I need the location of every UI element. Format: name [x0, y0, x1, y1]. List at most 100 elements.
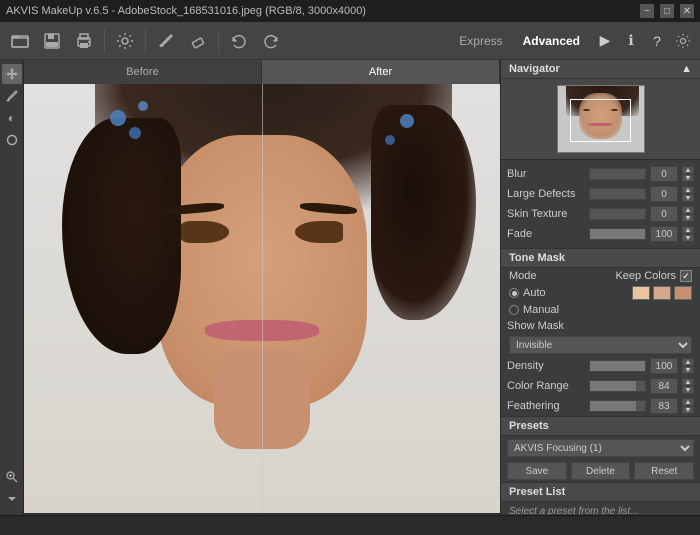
tool-redo[interactable]: [257, 27, 285, 55]
minimize-button[interactable]: −: [640, 4, 654, 18]
feathering-track[interactable]: [589, 400, 646, 412]
presets-title: Presets: [509, 420, 549, 432]
manual-row: Manual: [501, 302, 700, 318]
fade-up[interactable]: ▲: [682, 226, 694, 234]
keep-colors-label: Keep Colors: [615, 270, 676, 282]
large-defects-value[interactable]: 0: [650, 186, 678, 202]
feathering-up[interactable]: ▲: [682, 398, 694, 406]
left-tool-move[interactable]: [2, 64, 22, 84]
left-tool-arrow-down[interactable]: [2, 489, 22, 509]
navigator-header[interactable]: Navigator ▲: [501, 60, 700, 79]
blur-arrows: ▲ ▼: [682, 166, 694, 182]
skin-texture-down[interactable]: ▼: [682, 214, 694, 222]
large-defects-track[interactable]: [589, 188, 646, 200]
left-tool-circle[interactable]: [2, 130, 22, 150]
tool-undo[interactable]: [225, 27, 253, 55]
left-tool-brush[interactable]: [2, 86, 22, 106]
feathering-label: Feathering: [507, 400, 585, 412]
auto-label: Auto: [523, 287, 546, 299]
run-button[interactable]: ▶: [594, 30, 616, 52]
manual-radio[interactable]: [509, 305, 519, 315]
blur-label: Blur: [507, 168, 585, 180]
large-defects-up[interactable]: ▲: [682, 186, 694, 194]
info-button[interactable]: ℹ: [620, 30, 642, 52]
skin-texture-value[interactable]: 0: [650, 206, 678, 222]
feathering-value[interactable]: 83: [650, 398, 678, 414]
density-down[interactable]: ▼: [682, 366, 694, 374]
fade-value[interactable]: 100: [650, 226, 678, 242]
color-range-value[interactable]: 84: [650, 378, 678, 394]
show-mask-dropdown-row: Invisible Visible On Black On White: [501, 334, 700, 356]
swatch-3[interactable]: [674, 286, 692, 300]
tool-eraser[interactable]: [184, 27, 212, 55]
status-bar: [0, 515, 700, 535]
skin-texture-arrows: ▲ ▼: [682, 206, 694, 222]
separator-2: [145, 29, 146, 53]
manual-label: Manual: [523, 304, 559, 316]
blur-down[interactable]: ▼: [682, 174, 694, 182]
presets-header[interactable]: Presets: [501, 417, 700, 436]
preset-list-header[interactable]: Preset List: [501, 483, 700, 502]
tool-brush[interactable]: [152, 27, 180, 55]
mode-express-button[interactable]: Express: [449, 31, 512, 51]
tone-mask-header[interactable]: Tone Mask: [501, 249, 700, 268]
left-tool-halfcircle[interactable]: ◐: [2, 108, 22, 128]
fade-down[interactable]: ▼: [682, 234, 694, 242]
canvas-tabs: Before After: [24, 60, 500, 84]
color-range-track[interactable]: [589, 380, 646, 392]
tool-print[interactable]: [70, 27, 98, 55]
fade-track[interactable]: [589, 228, 646, 240]
canvas-view[interactable]: [24, 84, 500, 513]
preset-select[interactable]: AKVIS Focusing (1): [507, 439, 694, 457]
close-button[interactable]: ✕: [680, 4, 694, 18]
tool-save[interactable]: [38, 27, 66, 55]
tool-open[interactable]: [6, 27, 34, 55]
fade-arrows: ▲ ▼: [682, 226, 694, 242]
color-range-down[interactable]: ▼: [682, 386, 694, 394]
tab-after[interactable]: After: [262, 60, 500, 84]
skin-texture-track[interactable]: [589, 208, 646, 220]
density-row: Density 100 ▲ ▼: [501, 356, 700, 376]
density-up[interactable]: ▲: [682, 358, 694, 366]
preset-delete-button[interactable]: Delete: [571, 462, 631, 480]
keep-colors-checkbox[interactable]: ✓: [680, 270, 692, 282]
color-range-row: Color Range 84 ▲ ▼: [501, 376, 700, 396]
preset-reset-button[interactable]: Reset: [634, 462, 694, 480]
show-mask-select[interactable]: Invisible Visible On Black On White: [509, 336, 692, 354]
left-tool-zoom[interactable]: [2, 467, 22, 487]
maximize-button[interactable]: □: [660, 4, 674, 18]
blur-track[interactable]: [589, 168, 646, 180]
presets-section: Presets AKVIS Focusing (1) Save Delete R…: [501, 416, 700, 482]
tab-before[interactable]: Before: [24, 60, 262, 84]
preset-save-button[interactable]: Save: [507, 462, 567, 480]
nav-portrait: [557, 85, 645, 153]
sliders-section: Blur 0 ▲ ▼ Large Defects 0 ▲ ▼: [501, 160, 700, 248]
feathering-down[interactable]: ▼: [682, 406, 694, 414]
blur-up[interactable]: ▲: [682, 166, 694, 174]
swatch-2[interactable]: [653, 286, 671, 300]
density-value[interactable]: 100: [650, 358, 678, 374]
mode-advanced-button[interactable]: Advanced: [513, 31, 590, 51]
density-arrows: ▲ ▼: [682, 358, 694, 374]
blur-value[interactable]: 0: [650, 166, 678, 182]
title-bar: AKVIS MakeUp v.6.5 - AdobeStock_16853101…: [0, 0, 700, 22]
mode-label: Mode: [509, 270, 537, 282]
color-range-up[interactable]: ▲: [682, 378, 694, 386]
density-track[interactable]: [589, 360, 646, 372]
window-controls: − □ ✕: [640, 4, 694, 18]
auto-radio[interactable]: [509, 288, 519, 298]
main-area: ◐ Before After: [0, 60, 700, 535]
swatch-1[interactable]: [632, 286, 650, 300]
tool-settings[interactable]: [111, 27, 139, 55]
large-defects-row: Large Defects 0 ▲ ▼: [501, 184, 700, 204]
skin-texture-up[interactable]: ▲: [682, 206, 694, 214]
mode-selector: Express Advanced: [449, 31, 590, 51]
show-mask-row: Show Mask: [501, 318, 700, 334]
app-settings-button[interactable]: [672, 30, 694, 52]
help-button[interactable]: ?: [646, 30, 668, 52]
navigator-title: Navigator: [509, 63, 560, 75]
separator-3: [218, 29, 219, 53]
canvas-area: Before After: [24, 60, 500, 535]
left-toolbar: ◐: [0, 60, 24, 535]
large-defects-down[interactable]: ▼: [682, 194, 694, 202]
